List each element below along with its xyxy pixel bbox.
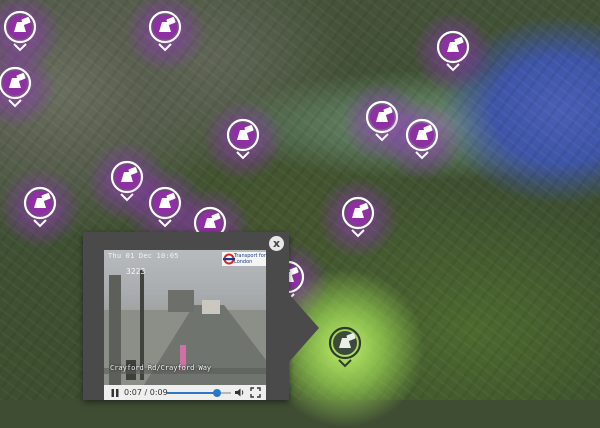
traffic-camera-icon — [436, 30, 470, 72]
traffic-camera-icon — [328, 326, 362, 368]
duration: 0:09 — [149, 388, 168, 397]
camera-marker[interactable] — [318, 178, 398, 258]
camera-marker[interactable] — [203, 100, 283, 180]
close-button[interactable]: x — [269, 236, 284, 251]
camera-number: 3223 — [126, 267, 146, 276]
popup-pointer — [289, 294, 319, 362]
traffic-camera-icon — [148, 10, 182, 52]
camera-marker[interactable] — [413, 12, 493, 92]
tfl-operator-text: Transport for London — [234, 253, 266, 265]
fullscreen-icon[interactable] — [250, 387, 261, 398]
current-time: 0:07 — [124, 388, 142, 397]
traffic-camera-icon — [405, 118, 439, 160]
time-separator: / — [144, 388, 148, 397]
traffic-camera-icon — [341, 196, 375, 238]
camera-marker[interactable] — [125, 0, 205, 72]
camera-video[interactable]: Thu 01 Dec 10:05 3223 Transport for Lond… — [104, 250, 266, 385]
camera-marker[interactable] — [0, 168, 80, 248]
traffic-camera-icon — [23, 186, 57, 228]
video-controls: 0:07 / 0:09 — [104, 385, 266, 400]
time-display: 0:07 / 0:09 — [124, 388, 168, 397]
camera-location: Crayford Rd/Crayford Way — [110, 364, 212, 372]
pause-icon[interactable] — [110, 388, 120, 398]
traffic-camera-icon — [226, 118, 260, 160]
camera-timestamp: Thu 01 Dec 10:05 — [108, 252, 179, 260]
seek-thumb[interactable] — [212, 389, 221, 397]
traffic-camera-icon — [0, 66, 32, 108]
speaker-icon[interactable] — [234, 387, 244, 398]
camera-marker[interactable] — [0, 48, 55, 128]
seek-bar[interactable] — [167, 389, 231, 397]
seek-bar-progress — [167, 392, 217, 394]
camera-marker[interactable] — [382, 100, 462, 180]
